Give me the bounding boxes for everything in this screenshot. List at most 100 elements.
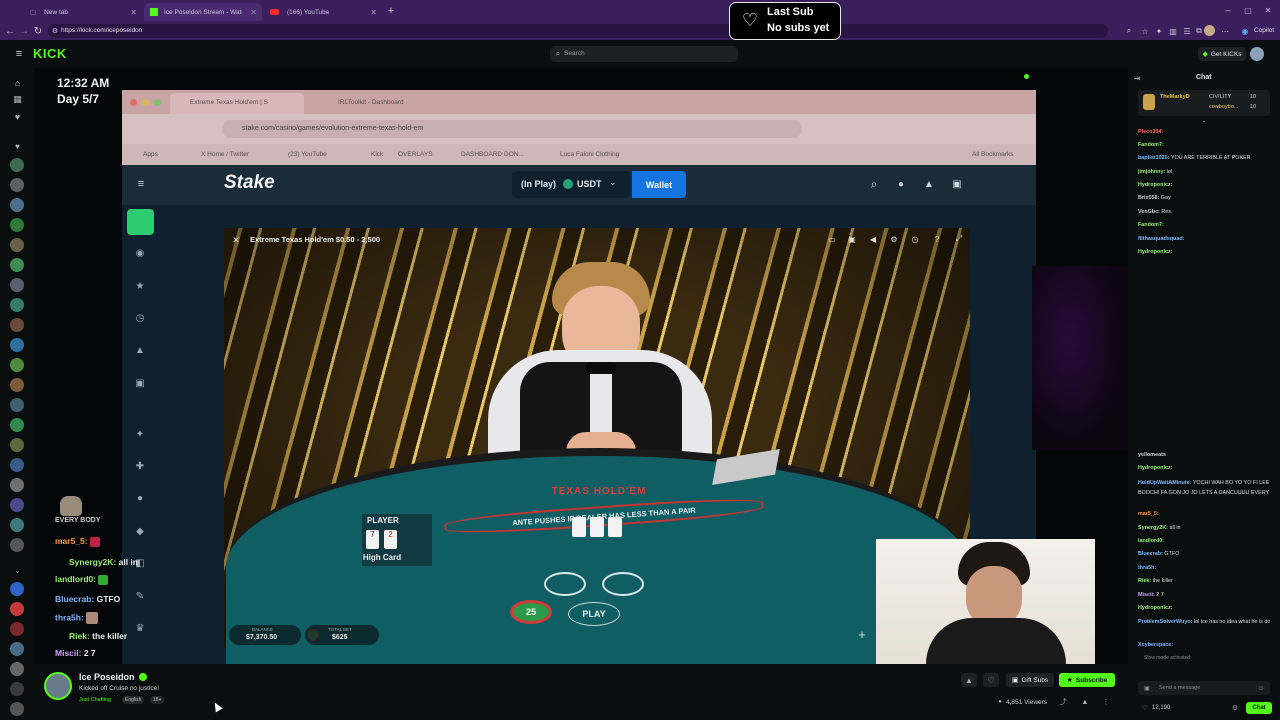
forward-icon[interactable]: → xyxy=(18,25,30,37)
channel-avatar[interactable] xyxy=(10,642,24,656)
channel-avatar[interactable] xyxy=(10,278,24,292)
tab-kick-stream[interactable]: Ice Poseidon Stream - Watch ✕ xyxy=(144,3,262,21)
channel-avatar[interactable] xyxy=(10,662,24,676)
user-avatar[interactable] xyxy=(1250,47,1264,61)
channel-avatar[interactable] xyxy=(10,622,24,636)
channel-avatar[interactable] xyxy=(10,478,24,492)
channel-avatar[interactable] xyxy=(10,538,24,552)
chat-username[interactable]: HoldUpWaitAMinute: xyxy=(1138,480,1191,486)
chat-username[interactable]: yellomeats xyxy=(1138,452,1166,458)
chat-input[interactable] xyxy=(1138,681,1270,695)
subscribe-button[interactable]: ★ Subscribe xyxy=(1059,673,1115,687)
more-options-icon[interactable]: ⋮ xyxy=(1101,697,1111,707)
channel-avatar[interactable] xyxy=(10,498,24,512)
chat-username[interactable]: ProblemSolverWuyo: xyxy=(1138,619,1192,625)
channel-avatar[interactable] xyxy=(10,258,24,272)
chat-username[interactable]: Brix058: xyxy=(1138,195,1159,201)
follow-heart-icon[interactable]: ♡ xyxy=(983,673,999,687)
address-bar[interactable] xyxy=(48,24,1108,38)
channel-avatar[interactable] xyxy=(10,682,24,696)
favorites-icon[interactable]: ☰ xyxy=(1181,25,1193,37)
close-icon[interactable]: ✕ xyxy=(250,8,257,17)
channel-avatar[interactable] xyxy=(10,602,24,616)
gift-subs-button[interactable]: ▣ Gift Subs xyxy=(1006,673,1054,687)
chat-username[interactable]: Pleco304: xyxy=(1138,129,1163,135)
chat-username[interactable]: Fandom7: xyxy=(1138,222,1164,228)
close-icon[interactable]: ✕ xyxy=(370,8,377,17)
chat-username[interactable]: thra5h: xyxy=(1138,565,1156,571)
site-info-icon[interactable]: ⚙ xyxy=(50,25,60,37)
channel-avatar[interactable] xyxy=(10,198,24,212)
address-url[interactable]: https://kick.com/iceposeidon xyxy=(61,27,142,34)
channel-avatar[interactable] xyxy=(10,238,24,252)
share-icon[interactable]: ⤴ xyxy=(1058,697,1068,707)
channel-avatar[interactable] xyxy=(10,702,24,716)
chat-username[interactable]: landlord0: xyxy=(1138,538,1164,544)
notification-bell-icon[interactable]: ▲ xyxy=(961,673,977,687)
chat-username[interactable]: Hydroponicz: xyxy=(1138,605,1172,611)
channel-name[interactable]: Ice Poseidon xyxy=(79,672,135,682)
chat-username[interactable]: VenGbc: xyxy=(1138,209,1160,215)
collapse-chat-icon[interactable]: ⇥ xyxy=(1131,72,1143,84)
channel-avatar[interactable] xyxy=(10,318,24,332)
reload-icon[interactable]: ↻ xyxy=(32,25,44,37)
emoji-icon[interactable]: ☺ xyxy=(1256,683,1266,693)
copilot-icon[interactable]: ◉ xyxy=(1240,25,1250,37)
channel-avatar[interactable] xyxy=(10,338,24,352)
channel-avatar-main[interactable] xyxy=(44,672,72,700)
chat-username[interactable]: Fandom7: xyxy=(1138,142,1164,148)
chat-username[interactable]: baptist1020: xyxy=(1138,155,1169,161)
channel-avatar[interactable] xyxy=(10,298,24,312)
minimize-icon[interactable]: – xyxy=(1222,4,1234,16)
zoom-icon[interactable]: ⌕ xyxy=(1123,25,1135,37)
chat-username[interactable]: Hydroponicz: xyxy=(1138,182,1172,188)
chat-username[interactable]: Miscii: xyxy=(1138,592,1155,598)
chat-username[interactable]: jimjohnny: xyxy=(1138,169,1165,175)
channel-avatar[interactable] xyxy=(10,158,24,172)
chat-settings-icon[interactable]: ⚙ xyxy=(1230,703,1240,713)
channel-avatar[interactable] xyxy=(10,458,24,472)
split-icon[interactable]: ▥ xyxy=(1167,25,1179,37)
home-icon[interactable]: ⌂ xyxy=(11,76,24,89)
browse-icon[interactable]: ▦ xyxy=(11,93,24,106)
back-icon[interactable]: ← xyxy=(4,25,16,37)
collapse-section-icon[interactable]: ⌄ xyxy=(11,566,24,576)
channel-avatar[interactable] xyxy=(10,582,24,596)
pinned-expand-icon[interactable]: ⌄ xyxy=(1198,116,1210,124)
channel-avatar[interactable] xyxy=(10,378,24,392)
report-icon[interactable]: ▲ xyxy=(1080,697,1090,707)
chat-username[interactable]: Xcyberspace: xyxy=(1138,642,1173,648)
chat-username[interactable]: Bluecrab: xyxy=(1138,551,1163,557)
channel-avatar[interactable] xyxy=(10,178,24,192)
hamburger-menu-icon[interactable]: ≡ xyxy=(12,47,26,61)
channel-avatar[interactable] xyxy=(10,418,24,432)
following-icon[interactable]: ♥ xyxy=(11,110,24,123)
chat-send-button[interactable]: Chat xyxy=(1246,702,1272,714)
more-icon[interactable]: ⋯ xyxy=(1219,25,1231,37)
channel-avatar[interactable] xyxy=(10,358,24,372)
chat-username[interactable]: Riek: xyxy=(1138,578,1151,584)
tab-youtube[interactable]: (166) YouTube ✕ xyxy=(264,3,382,21)
close-icon[interactable]: ✕ xyxy=(130,8,137,17)
chat-username[interactable]: Synergy2K: xyxy=(1138,525,1168,531)
new-tab-plus-icon[interactable]: + xyxy=(385,5,397,17)
chat-username[interactable]: filthasquadsquad: xyxy=(1138,236,1184,242)
tab-new-tab[interactable]: ▢ New tab ✕ xyxy=(24,3,142,21)
copilot-label[interactable]: Copilot xyxy=(1254,27,1274,34)
search-input[interactable]: Search xyxy=(564,50,585,57)
maximize-icon[interactable]: ▢ xyxy=(1242,4,1254,16)
channel-avatar[interactable] xyxy=(10,218,24,232)
channel-avatar[interactable] xyxy=(10,398,24,412)
tag-age[interactable]: 18+ xyxy=(150,696,165,704)
close-window-icon[interactable]: ✕ xyxy=(1262,4,1274,16)
tag-language[interactable]: English xyxy=(122,696,145,704)
chat-input-placeholder[interactable]: Send a message xyxy=(1159,685,1200,691)
extension-icon[interactable]: ✦ xyxy=(1153,25,1165,37)
channel-avatar[interactable] xyxy=(10,438,24,452)
star-icon[interactable]: ☆ xyxy=(1139,25,1151,37)
kick-logo[interactable]: KICK xyxy=(33,46,67,61)
get-kicks-button[interactable]: ◆ Get KICKs xyxy=(1198,47,1246,61)
channel-avatar[interactable] xyxy=(10,518,24,532)
category-link[interactable]: Just Chatting xyxy=(79,697,111,703)
chat-username[interactable]: mar5_5: xyxy=(1138,511,1159,517)
